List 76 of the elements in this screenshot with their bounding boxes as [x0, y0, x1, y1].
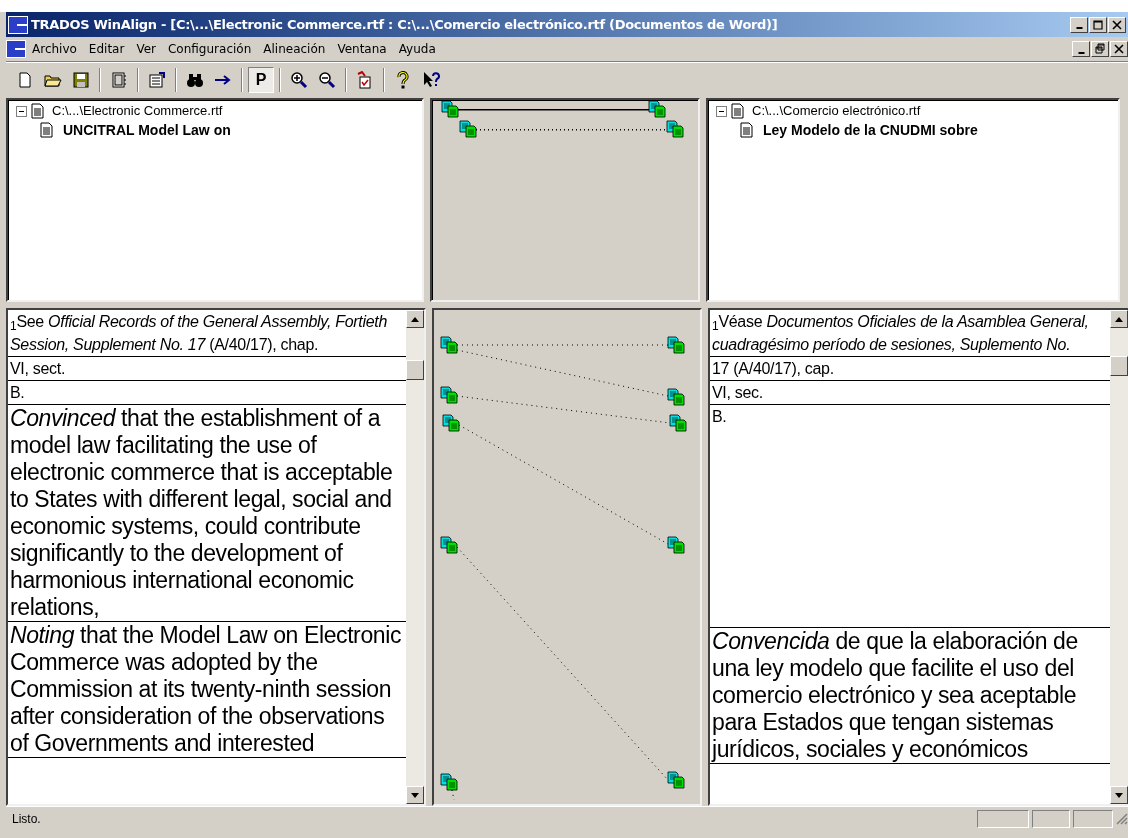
segment-pair-icon[interactable]: [667, 771, 685, 789]
document-icon: [740, 122, 753, 138]
segment-text[interactable]: VI, sec.: [710, 381, 1110, 405]
maximize-icon: [1092, 18, 1104, 31]
toggle-button[interactable]: P: [248, 66, 274, 93]
close-button[interactable]: [1108, 16, 1126, 33]
pointer-question-icon: [422, 70, 440, 89]
segment-pair-icon[interactable]: [440, 773, 458, 791]
scroll-thumb[interactable]: [1110, 356, 1128, 376]
app-logo-icon: [8, 15, 28, 34]
segment-pair-icon[interactable]: [442, 414, 460, 432]
collapse-toggle-icon[interactable]: [716, 105, 727, 117]
scroll-thumb[interactable]: [406, 360, 424, 380]
minimize-button[interactable]: [1070, 16, 1088, 33]
segment-pair-icon[interactable]: [669, 414, 687, 432]
minimize-button[interactable]: [1072, 41, 1090, 57]
document-logo-icon: [6, 40, 26, 58]
segment-pair-icon[interactable]: [666, 120, 684, 138]
menu-item[interactable]: Configuración: [162, 40, 258, 58]
minimize-icon: [1075, 27, 1083, 29]
document-icon: [31, 103, 44, 119]
resize-grip-icon: [1116, 812, 1128, 825]
segment-pair-icon[interactable]: [459, 120, 477, 138]
maximize-button[interactable]: [1089, 16, 1107, 33]
scroll-up-button[interactable]: [406, 310, 424, 328]
menu-item[interactable]: Archivo: [26, 40, 83, 58]
segment-pair-icon[interactable]: [440, 386, 458, 404]
alignment-link-line[interactable]: [476, 129, 667, 131]
status-panel: [977, 809, 1029, 828]
menu-item[interactable]: Editar: [82, 40, 131, 58]
collapse-toggle-icon[interactable]: [16, 105, 27, 117]
close-button[interactable]: [1110, 41, 1128, 57]
restore-icon: [1094, 43, 1106, 55]
down-arrow-icon: [1115, 792, 1123, 798]
segment-text[interactable]: B.: [8, 381, 406, 405]
menu-item[interactable]: Ayuda: [392, 40, 442, 58]
save-icon: [72, 70, 90, 89]
minimize-icon: [1077, 51, 1085, 54]
close-icon: [1111, 18, 1123, 31]
segment-pair-icon[interactable]: [667, 536, 685, 554]
segment-text[interactable]: 17 (A/40/17), cap.: [710, 357, 1110, 381]
segment-text[interactable]: VI, sect.: [8, 357, 406, 381]
close-icon: [1113, 43, 1125, 55]
tree-item[interactable]: C:\...\Electronic Commerce.rtf: [52, 101, 223, 121]
segment-pair-icon[interactable]: [667, 336, 685, 354]
zoom-in-icon: [290, 70, 308, 89]
scroll-down-button[interactable]: [1110, 786, 1128, 804]
down-arrow-icon: [411, 792, 419, 798]
segment-pair-icon[interactable]: [648, 100, 666, 118]
up-arrow-icon: [411, 316, 419, 322]
checklist-icon: [356, 70, 374, 89]
tree-item[interactable]: Ley Modelo de la CNUDMI sobre: [763, 119, 978, 141]
zoom-out-icon: [318, 70, 336, 89]
document-icon: [731, 103, 744, 119]
scroll-down-button[interactable]: [406, 786, 424, 804]
status-panel: [1032, 809, 1070, 828]
new-file-icon: [16, 70, 34, 89]
menu-item[interactable]: Alineación: [257, 40, 332, 58]
up-arrow-icon: [1115, 316, 1123, 322]
segment-pair-icon[interactable]: [440, 536, 458, 554]
question-mark-icon: [394, 70, 412, 89]
segment-pair-icon[interactable]: [441, 100, 459, 118]
menu-item[interactable]: Ver: [130, 40, 162, 58]
status-panel: [1073, 809, 1113, 828]
status-text: Listo.: [12, 810, 42, 828]
restore-button[interactable]: [1091, 41, 1109, 57]
scroll-up-button[interactable]: [1110, 310, 1128, 328]
tree-item[interactable]: C:\...\Comercio electrónico.rtf: [752, 101, 921, 121]
segment-pair-icon[interactable]: [667, 388, 685, 406]
properties-icon: [148, 70, 166, 89]
document-icon: [40, 122, 53, 138]
tree-item[interactable]: UNCITRAL Model Law on: [63, 119, 231, 141]
notebook-icon: [110, 70, 128, 89]
segment-pair-icon[interactable]: [440, 336, 458, 354]
menu-item[interactable]: Ventana: [331, 40, 393, 58]
window-title: TRADOS WinAlign - [C:\...\Electronic Commerce.rtf : C:\...\Comercio electrónico.rtf (Documentos de Word)]: [31, 15, 779, 34]
